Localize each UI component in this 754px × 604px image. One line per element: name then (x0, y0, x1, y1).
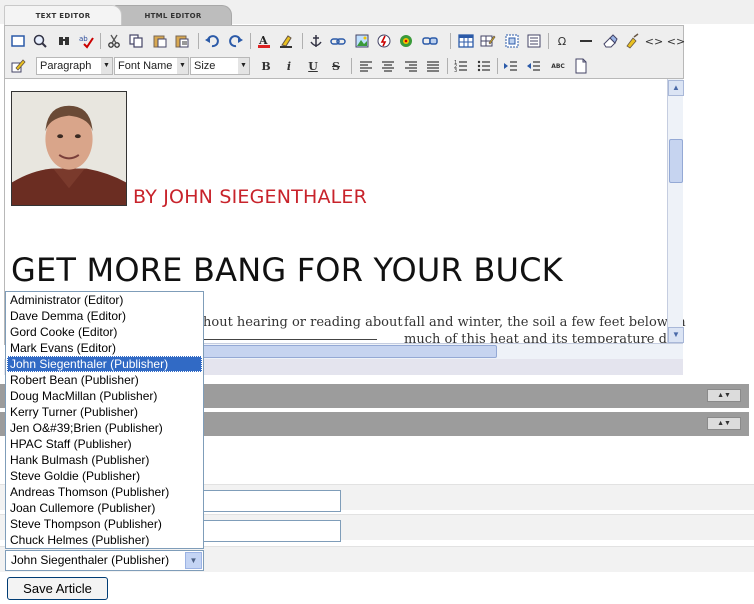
chevron-down-icon[interactable]: ▼ (185, 552, 202, 569)
article-column-2-text: fall and winter, the soil a few feet bel… (404, 315, 686, 330)
list-item[interactable]: Steve Thompson (Publisher) (7, 516, 202, 532)
source-icon[interactable]: <> (666, 31, 686, 51)
svg-text:3: 3 (454, 68, 457, 74)
scroll-thumb[interactable] (197, 345, 497, 358)
text-field-2[interactable] (203, 520, 341, 542)
layer-icon[interactable] (524, 31, 544, 51)
article-byline: BY JOHN SIEGENTHALER (133, 186, 368, 208)
list-item[interactable]: HPAC Staff (Publisher) (7, 436, 202, 452)
author-select[interactable]: John Siegenthaler (Publisher) ▼ (5, 550, 204, 571)
edit-style-icon[interactable] (8, 56, 28, 76)
code-view-icon[interactable]: <> (644, 31, 664, 51)
chevron-down-icon: ▼ (238, 58, 249, 74)
highlight-icon[interactable] (276, 31, 296, 51)
abbreviation-icon[interactable]: ABC (548, 56, 568, 76)
underline-button[interactable]: U (303, 56, 323, 76)
list-item[interactable]: Robert Bean (Publisher) (7, 372, 202, 388)
text-color-icon[interactable]: A (254, 31, 274, 51)
cell-icon[interactable] (502, 31, 522, 51)
preview-icon[interactable] (30, 31, 50, 51)
fullscreen-icon[interactable] (8, 31, 28, 51)
spellcheck-icon[interactable]: ab (76, 31, 96, 51)
list-item[interactable]: Andreas Thomson (Publisher) (7, 484, 202, 500)
strikethrough-button[interactable]: S (326, 56, 346, 76)
list-item[interactable]: Jen O&#39;Brien (Publisher) (7, 420, 202, 436)
align-right-icon[interactable] (401, 56, 421, 76)
indent-icon[interactable] (501, 56, 521, 76)
image-icon[interactable] (352, 31, 372, 51)
cleanup-icon[interactable] (622, 31, 642, 51)
list-item[interactable]: Administrator (Editor) (7, 292, 202, 308)
list-item[interactable]: Dave Demma (Editor) (7, 308, 202, 324)
eraser-icon[interactable] (600, 31, 620, 51)
scroll-up-icon[interactable]: ▲ (668, 80, 684, 96)
media-icon[interactable] (396, 31, 416, 51)
special-char-icon[interactable]: Ω (552, 31, 572, 51)
font-size-select[interactable]: Size ▼ (190, 57, 250, 75)
editor-horizontal-scrollbar[interactable] (195, 343, 683, 359)
paste-icon[interactable] (150, 31, 170, 51)
article-headline: GET MORE BANG FOR YOUR BUCK (11, 251, 563, 289)
list-item[interactable]: Steve Goldie (Publisher) (7, 468, 202, 484)
list-item[interactable]: Joan Cullemore (Publisher) (7, 500, 202, 516)
unordered-list-icon[interactable] (474, 56, 494, 76)
horizontal-rule-icon[interactable] (576, 31, 596, 51)
paste-text-icon[interactable] (172, 31, 192, 51)
align-justify-icon[interactable] (423, 56, 443, 76)
sort-arrows-icon[interactable]: ▲▼ (707, 417, 741, 430)
author-select-value: John Siegenthaler (Publisher) (11, 553, 170, 567)
list-item[interactable]: Hank Bulmash (Publisher) (7, 452, 202, 468)
anchor-icon[interactable] (306, 31, 326, 51)
chevron-down-icon: ▼ (101, 58, 112, 74)
copy-icon[interactable] (126, 31, 146, 51)
align-center-icon[interactable] (378, 56, 398, 76)
chevron-down-icon: ▼ (177, 58, 188, 74)
save-article-button[interactable]: Save Article (7, 577, 108, 600)
ordered-list-icon[interactable]: 123 (451, 56, 471, 76)
find-icon[interactable] (54, 31, 74, 51)
outdent-icon[interactable] (524, 56, 544, 76)
link-icon[interactable] (328, 31, 348, 51)
table-icon[interactable] (456, 31, 476, 51)
text-field-1[interactable] (203, 490, 341, 512)
paragraph-format-select[interactable]: Paragraph ▼ (36, 57, 113, 75)
font-name-select[interactable]: Font Name ▼ (114, 57, 189, 75)
sort-arrows-icon[interactable]: ▲▼ (707, 389, 741, 402)
scroll-thumb[interactable] (669, 139, 683, 183)
svg-text:ab: ab (79, 35, 88, 43)
italic-button[interactable]: i (279, 56, 299, 76)
flash-icon[interactable] (374, 31, 394, 51)
column-divider (203, 339, 377, 340)
list-item-selected[interactable]: John Siegenthaler (Publisher) (7, 356, 202, 372)
list-item[interactable]: Kerry Turner (Publisher) (7, 404, 202, 420)
list-item[interactable]: Doug MacMillan (Publisher) (7, 388, 202, 404)
list-item[interactable]: Mark Evans (Editor) (7, 340, 202, 356)
article-column-1-text: hout hearing or reading about (203, 315, 403, 330)
list-item[interactable]: Chuck Helmes (Publisher) (7, 532, 202, 548)
scroll-down-icon[interactable]: ▼ (668, 327, 684, 343)
table-edit-icon[interactable] (478, 31, 498, 51)
tab-text-editor[interactable]: TEXT EDITOR (4, 5, 122, 25)
author-photo (11, 91, 127, 206)
align-left-icon[interactable] (356, 56, 376, 76)
cut-icon[interactable] (104, 31, 124, 51)
embed-icon[interactable] (420, 31, 440, 51)
tab-html-editor[interactable]: HTML EDITOR (114, 5, 232, 25)
new-page-icon[interactable] (571, 56, 591, 76)
author-dropdown-list[interactable]: Administrator (Editor) Dave Demma (Edito… (5, 291, 204, 549)
editor-vertical-scrollbar[interactable]: ▲ ▼ (667, 79, 684, 345)
bold-button[interactable]: B (256, 56, 276, 76)
list-item[interactable]: Gord Cooke (Editor) (7, 324, 202, 340)
redo-icon[interactable] (226, 31, 246, 51)
undo-icon[interactable] (202, 31, 222, 51)
